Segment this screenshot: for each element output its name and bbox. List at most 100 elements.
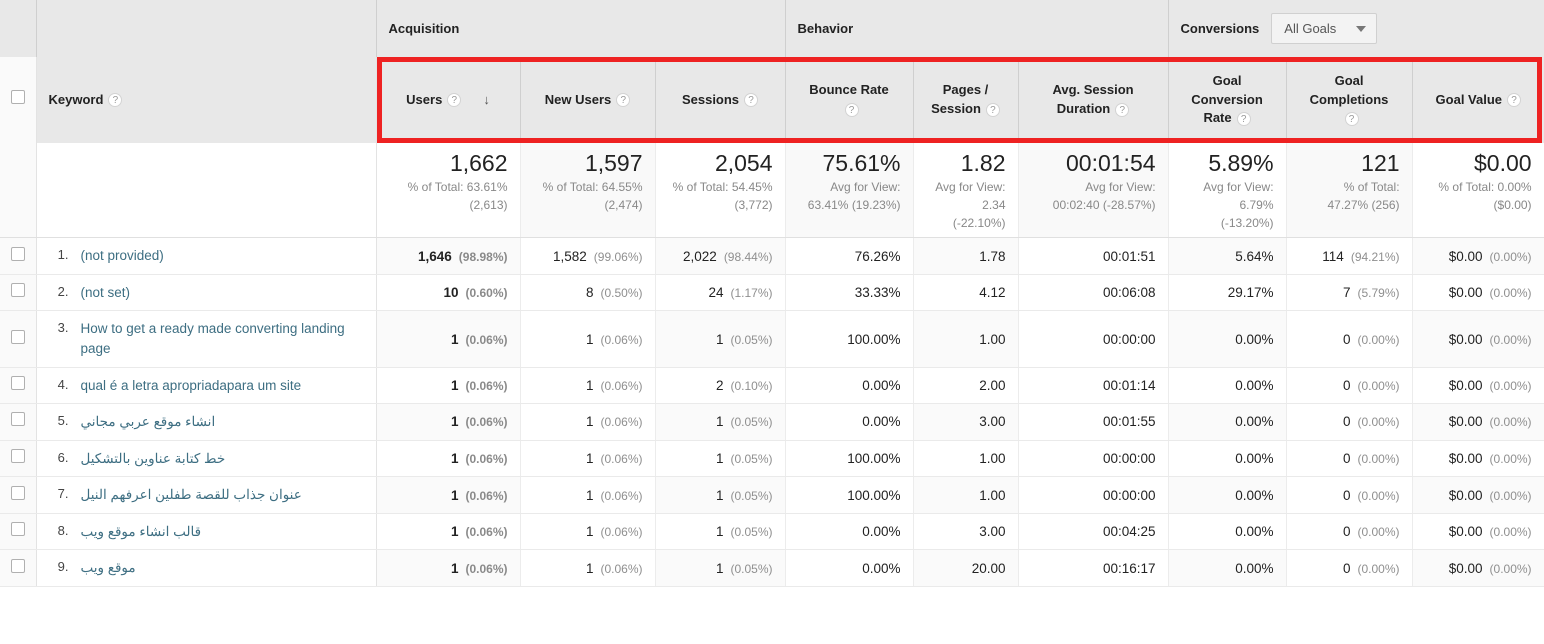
cell-goal-value-value: $0.00 [1448,524,1483,540]
cell-new-users: 8 (0.50%) [520,274,656,312]
cell-bounce-rate: 100.00% [785,476,914,514]
group-label-conversions: Conversions [1180,21,1260,36]
keyword-cell: 9. موقع ويب [36,549,377,587]
cell-new-users: 1 (0.06%) [520,367,656,405]
help-icon[interactable]: ? [844,102,859,117]
cell-new-users: 1 (0.06%) [520,310,656,368]
group-header-acquisition: Acquisition [375,0,786,57]
cell-goal-conversion-rate-value: 0.00% [1235,331,1274,347]
cell-goal-conversion-rate-value: 0.00% [1235,450,1274,466]
row-checkbox[interactable] [10,329,25,344]
totals-users-sub2: (2,613) [469,197,508,212]
cell-goal-conversion-rate: 0.00% [1168,476,1287,514]
keyword-link[interactable]: (not set) [81,283,131,303]
keyword-link[interactable]: انشاء موقع عربي مجاني [81,412,216,432]
help-icon[interactable]: ? [1507,93,1522,108]
cell-sessions-value: 1 [715,487,724,503]
cell-goal-value-value: $0.00 [1448,248,1483,264]
row-index: 9. [57,559,69,575]
row-checkbox[interactable] [10,375,25,390]
sort-descending-icon[interactable]: ↓ [483,91,490,110]
cell-sessions-value: 24 [708,285,724,301]
cell-new-users-value: 1 [585,414,594,430]
table-row: 7. عنوان جذاب للقصة طفلين اعرفهم النيل 1 (0… [0,476,1544,514]
column-header-sessions[interactable]: Sessions? [655,57,786,143]
keyword-link[interactable]: موقع ويب [81,558,136,578]
cell-goal-conversion-rate-value: 0.00% [1235,560,1274,576]
cell-sessions-percent: (0.05%) [730,451,773,466]
help-icon[interactable]: ? [1236,111,1251,126]
keyword-link[interactable]: قالب انشاء موقع ويب [81,522,202,542]
cell-bounce-rate-value: 100.00% [847,331,901,347]
cell-goal-conversion-rate: 5.64% [1168,237,1287,275]
keyword-link[interactable]: How to get a ready made converting landi… [81,319,366,358]
cell-new-users-percent: (0.06%) [600,332,643,347]
totals-sessions-sub2: (3,772) [734,197,773,212]
cell-pages-session-value: 1.78 [979,248,1006,264]
cell-new-users-value: 1 [585,377,594,393]
cell-users-value: 1,646 [418,248,452,264]
totals-bounce-value: 75.61% [822,150,901,176]
cell-sessions: 1 (0.05%) [655,549,786,587]
column-header-new-users[interactable]: New Users? [520,57,656,143]
cell-goal-completions-percent: (0.00%) [1357,488,1400,503]
cell-goal-completions-value: 0 [1342,560,1351,576]
totals-pages-sub2: 2.34 [982,197,1006,212]
column-label-goal-conv-line3: Rate [1203,110,1232,126]
help-icon[interactable]: ? [616,93,631,108]
cell-users-percent: (0.06%) [465,525,508,540]
keyword-link[interactable]: qual é a letra apropriadapara um site [81,376,302,396]
column-header-avg-session-duration[interactable]: Avg. Session Duration? [1018,57,1169,143]
row-select-cell [0,476,37,514]
help-icon[interactable]: ? [985,102,1000,117]
help-icon[interactable]: ? [447,93,462,108]
help-icon[interactable]: ? [108,93,123,108]
row-checkbox[interactable] [10,412,25,427]
column-header-goal-conversion-rate[interactable]: Goal Conversion Rate? [1168,57,1287,143]
column-header-keyword[interactable]: Keyword? [36,57,377,143]
keyword-link[interactable]: عنوان جذاب للقصة طفلين اعرفهم النيل [81,485,302,505]
select-all-checkbox[interactable] [10,90,25,105]
column-header-goal-value[interactable]: Goal Value? [1412,57,1544,143]
row-checkbox[interactable] [10,283,25,298]
row-checkbox[interactable] [10,448,25,463]
cell-goal-value-value: $0.00 [1448,450,1483,466]
column-header-pages-session[interactable]: Pages / Session? [913,57,1019,143]
column-header-bounce-rate[interactable]: Bounce Rate? [785,57,914,143]
column-label-new-users: New Users [544,91,612,107]
row-checkbox[interactable] [10,246,25,261]
totals-goal-value-value: $0.00 [1474,150,1532,176]
cell-avg-session-duration: 00:01:14 [1018,367,1169,405]
cell-goal-conversion-rate: 0.00% [1168,310,1287,368]
cell-goal-completions: 0 (0.00%) [1286,549,1413,587]
row-checkbox[interactable] [10,485,25,500]
keyword-link[interactable]: (not provided) [81,246,164,266]
goal-select-dropdown[interactable]: All Goals [1271,13,1378,44]
cell-users-percent: (98.98%) [458,249,508,264]
cell-users: 1 (0.06%) [376,367,521,405]
totals-sessions: 2,054 % of Total: 54.45% (3,772) [655,143,786,239]
cell-new-users-value: 1 [585,524,594,540]
column-header-users[interactable]: Users? ↓ [376,57,521,143]
cell-goal-completions-percent: (0.00%) [1357,332,1400,347]
group-label-acquisition: Acquisition [388,21,460,36]
cell-users: 1 (0.06%) [376,513,521,551]
table-row: 8. قالب انشاء موقع ويب 1 (0.06%) 1 (0.06%) 1 (0… [0,513,1544,551]
help-icon[interactable]: ? [1344,111,1359,126]
totals-duration-sub1: Avg for View: [1085,179,1156,194]
totals-goal-rate-sub1: Avg for View: [1203,179,1274,194]
row-index: 5. [57,413,69,429]
table-row: 1. (not provided) 1,646 (98.98%) 1,582 (99.06… [0,237,1544,275]
row-checkbox[interactable] [10,558,25,573]
column-header-goal-completions[interactable]: Goal Completions? [1286,57,1413,143]
keyword-link[interactable]: خط كتابة عناوين بالتشكيل [81,449,226,469]
row-checkbox[interactable] [10,522,25,537]
cell-new-users: 1 (0.06%) [520,440,656,478]
row-index: 8. [57,522,69,538]
cell-goal-completions: 114 (94.21%) [1286,237,1413,275]
cell-new-users-percent: (0.06%) [600,378,643,393]
row-select-cell [0,274,37,312]
keyword-cell: 4. qual é a letra apropriadapara um site [36,367,377,405]
help-icon[interactable]: ? [1115,102,1130,117]
help-icon[interactable]: ? [744,93,759,108]
